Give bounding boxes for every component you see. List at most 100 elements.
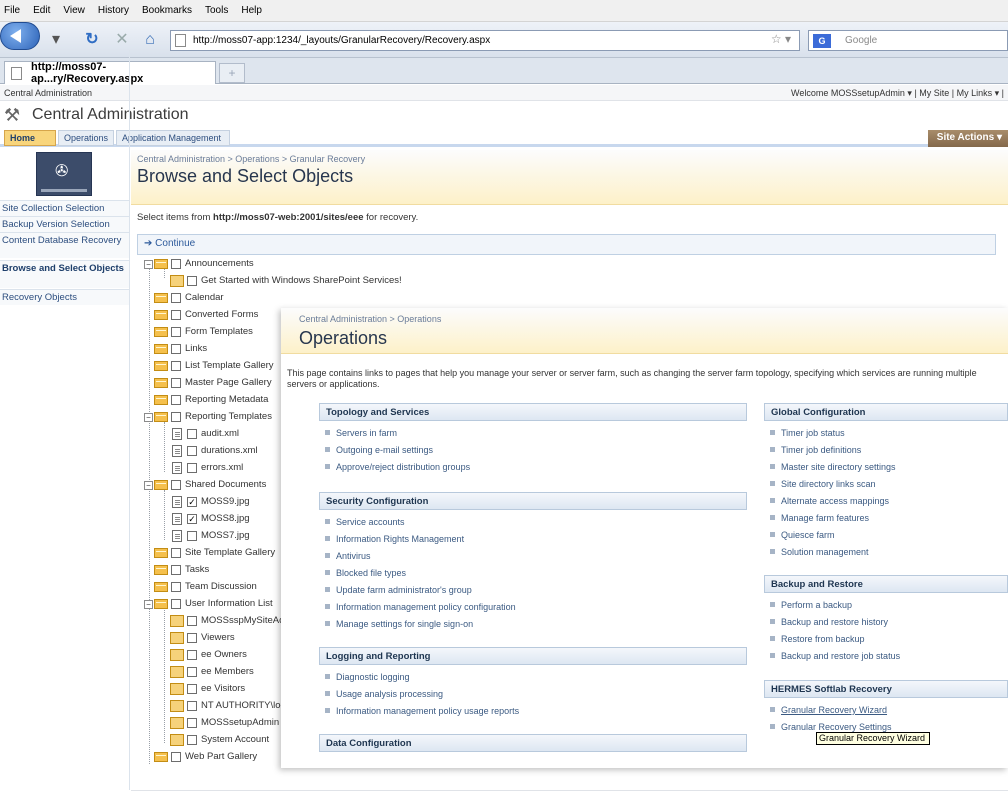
link-master-site-directory[interactable]: Master site directory settings xyxy=(770,462,896,472)
checkbox-checked[interactable]: ✓ xyxy=(187,497,197,507)
link-usage-analysis[interactable]: Usage analysis processing xyxy=(325,689,443,699)
link-backup-history[interactable]: Backup and restore history xyxy=(770,617,888,627)
checkbox[interactable] xyxy=(187,531,197,541)
checkbox[interactable] xyxy=(171,310,181,320)
checkbox[interactable] xyxy=(171,412,181,422)
link-granular-recovery-settings[interactable]: Granular Recovery Settings xyxy=(770,722,892,732)
checkbox[interactable] xyxy=(171,361,181,371)
checkbox-checked[interactable]: ✓ xyxy=(187,514,197,524)
menu-tools[interactable]: Tools xyxy=(205,5,228,16)
link-farm-features[interactable]: Manage farm features xyxy=(770,513,869,523)
link-approve-distribution[interactable]: Approve/reject distribution groups xyxy=(325,462,470,472)
menu-help[interactable]: Help xyxy=(241,5,262,16)
section-header: HERMES Softlab Recovery xyxy=(764,680,1008,698)
new-tab-button[interactable]: + xyxy=(219,63,245,83)
source-site-url: http://moss07-web:2001/sites/eee xyxy=(213,212,364,223)
folder-icon xyxy=(154,395,168,405)
checkbox[interactable] xyxy=(187,718,197,728)
checkbox[interactable] xyxy=(187,446,197,456)
checkbox[interactable] xyxy=(187,735,197,745)
menu-history[interactable]: History xyxy=(98,5,129,16)
link-quiesce-farm[interactable]: Quiesce farm xyxy=(770,530,835,540)
link-antivirus[interactable]: Antivirus xyxy=(325,551,371,561)
list-item-icon xyxy=(170,700,184,712)
google-icon: G xyxy=(813,34,831,48)
checkbox[interactable] xyxy=(187,429,197,439)
folder-icon xyxy=(154,259,168,269)
link-backup-job-status[interactable]: Backup and restore job status xyxy=(770,651,900,661)
link-blocked-file-types[interactable]: Blocked file types xyxy=(325,568,406,578)
checkbox[interactable] xyxy=(171,565,181,575)
link-diagnostic-logging[interactable]: Diagnostic logging xyxy=(325,672,410,682)
bookmark-star-icon[interactable]: ☆ ▾ xyxy=(771,32,791,46)
link-service-accounts[interactable]: Service accounts xyxy=(325,517,405,527)
link-irm[interactable]: Information Rights Management xyxy=(325,534,464,544)
menu-edit[interactable]: Edit xyxy=(33,5,50,16)
stop-icon[interactable]: ✕ xyxy=(112,30,132,50)
link-update-farm-admins[interactable]: Update farm administrator's group xyxy=(325,585,472,595)
checkbox[interactable] xyxy=(187,616,197,626)
checkbox[interactable] xyxy=(187,667,197,677)
dropdown-arrow-icon[interactable]: ▾ xyxy=(46,30,66,50)
page-icon xyxy=(175,34,186,47)
file-icon xyxy=(172,530,182,542)
checkbox[interactable] xyxy=(171,582,181,592)
checkbox[interactable] xyxy=(187,463,197,473)
checkbox[interactable] xyxy=(171,293,181,303)
page-header: Central Administration > Operations > Gr… xyxy=(131,150,1008,205)
sp-user-links[interactable]: Welcome MOSSsetupAdmin ▾ | My Site | My … xyxy=(791,88,1004,99)
section-header: Logging and Reporting xyxy=(319,647,747,665)
link-servers-in-farm[interactable]: Servers in farm xyxy=(325,428,397,438)
checkbox[interactable] xyxy=(187,684,197,694)
link-info-policy[interactable]: Information management policy configurat… xyxy=(325,602,516,612)
tab-application-management[interactable]: Application Management xyxy=(116,130,230,146)
checkbox[interactable] xyxy=(171,752,181,762)
reload-icon[interactable]: ↻ xyxy=(82,30,102,50)
address-bar[interactable]: http://moss07-app:1234/_layouts/Granular… xyxy=(170,30,800,51)
checkbox[interactable] xyxy=(171,599,181,609)
checkbox[interactable] xyxy=(171,480,181,490)
checkbox[interactable] xyxy=(187,276,197,286)
checkbox[interactable] xyxy=(171,327,181,337)
checkbox[interactable] xyxy=(171,344,181,354)
checkbox[interactable] xyxy=(171,259,181,269)
tooltip: Granular Recovery Wizard xyxy=(816,732,930,745)
ops-description: This page contains links to pages that h… xyxy=(287,368,977,389)
back-button[interactable] xyxy=(0,22,40,50)
menu-file[interactable]: File xyxy=(4,5,20,16)
section-header: Data Configuration xyxy=(319,734,747,752)
link-timer-job-definitions[interactable]: Timer job definitions xyxy=(770,445,861,455)
checkbox[interactable] xyxy=(187,701,197,711)
link-site-directory-scan[interactable]: Site directory links scan xyxy=(770,479,876,489)
folder-icon xyxy=(154,412,168,422)
continue-button[interactable]: ➔ Continue xyxy=(137,234,996,255)
checkbox[interactable] xyxy=(171,395,181,405)
folder-icon xyxy=(154,344,168,354)
file-icon xyxy=(172,513,182,525)
link-policy-usage-reports[interactable]: Information management policy usage repo… xyxy=(325,706,519,716)
folder-icon xyxy=(154,310,168,320)
checkbox[interactable] xyxy=(171,378,181,388)
folder-icon xyxy=(154,480,168,490)
checkbox[interactable] xyxy=(187,650,197,660)
ops-breadcrumb[interactable]: Central Administration > Operations xyxy=(299,314,441,324)
ops-header: Central Administration > Operations Oper… xyxy=(281,308,1008,354)
link-granular-recovery-wizard[interactable]: Granular Recovery Wizard xyxy=(770,705,887,715)
link-restore-from-backup[interactable]: Restore from backup xyxy=(770,634,865,644)
link-alternate-access[interactable]: Alternate access mappings xyxy=(770,496,889,506)
home-icon[interactable]: ⌂ xyxy=(140,30,160,50)
link-sso[interactable]: Manage settings for single sign-on xyxy=(325,619,473,629)
menu-view[interactable]: View xyxy=(63,5,85,16)
link-solution-management[interactable]: Solution management xyxy=(770,547,869,557)
breadcrumb[interactable]: Central Administration > Operations > Gr… xyxy=(137,154,365,164)
link-outgoing-email[interactable]: Outgoing e-mail settings xyxy=(325,445,433,455)
link-perform-backup[interactable]: Perform a backup xyxy=(770,600,852,610)
checkbox[interactable] xyxy=(171,548,181,558)
folder-icon xyxy=(154,582,168,592)
search-placeholder: Google xyxy=(845,35,878,46)
site-actions-button[interactable]: Site Actions ▾ xyxy=(928,130,1008,147)
menu-bookmarks[interactable]: Bookmarks xyxy=(142,5,192,16)
link-timer-job-status[interactable]: Timer job status xyxy=(770,428,845,438)
search-box[interactable]: G Google xyxy=(808,30,1008,51)
checkbox[interactable] xyxy=(187,633,197,643)
